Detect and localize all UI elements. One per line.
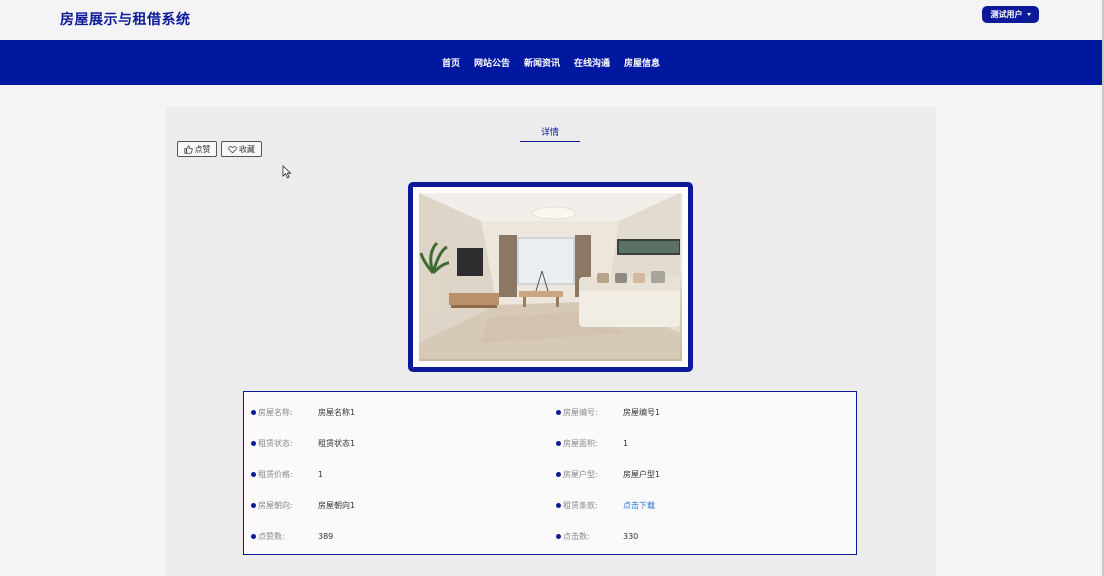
download-terms-link[interactable]: 点击下载 xyxy=(623,500,655,511)
bullet-icon xyxy=(251,441,256,446)
info-field-code: 房屋编号: 房屋编号1 xyxy=(556,397,660,428)
info-label: 租赁状态: xyxy=(258,439,293,448)
info-label: 房屋面积: xyxy=(563,439,598,448)
info-value: 330 xyxy=(623,532,639,541)
info-label: 点赞数: xyxy=(258,532,285,541)
detail-panel: 详情 点赞 收藏 房屋名称: 房屋名称1 房屋编号: 房屋编号1 租赁状态: 租… xyxy=(166,107,936,576)
info-value: 房屋名称1 xyxy=(318,408,356,417)
living-room-photo xyxy=(419,193,681,359)
info-value: 房屋编号1 xyxy=(623,408,661,417)
info-value: 租赁状态1 xyxy=(318,439,356,448)
info-label: 房屋朝向: xyxy=(258,501,293,510)
bullet-icon xyxy=(556,472,561,477)
top-bar: 房屋展示与租借系统 测试用户 xyxy=(0,0,1104,40)
info-field-price: 租赁价格: 1 xyxy=(251,459,323,490)
thumbs-up-icon xyxy=(183,144,193,154)
info-row: 租赁价格: 1 房屋户型: 房屋户型1 xyxy=(244,459,856,490)
house-image-frame xyxy=(408,182,693,372)
info-field-likes: 点赞数: 389 xyxy=(251,521,333,552)
bullet-icon xyxy=(556,503,561,508)
house-image[interactable] xyxy=(419,193,682,361)
info-label: 房屋名称: xyxy=(258,408,293,417)
heart-icon xyxy=(228,145,237,153)
info-row: 点赞数: 389 点击数: 330 xyxy=(244,521,856,552)
tab-detail[interactable]: 详情 xyxy=(520,125,580,142)
nav-item-news[interactable]: 新闻资讯 xyxy=(524,56,560,69)
bullet-icon xyxy=(556,534,561,539)
site-title[interactable]: 房屋展示与租借系统 xyxy=(60,9,191,29)
bullet-icon xyxy=(556,410,561,415)
info-label: 房屋编号: xyxy=(563,408,598,417)
info-row: 房屋朝向: 房屋朝向1 租赁条款: 点击下载 xyxy=(244,490,856,521)
main-nav: 首页 网站公告 新闻资讯 在线沟通 房屋信息 xyxy=(0,40,1104,85)
user-menu-button[interactable]: 测试用户 xyxy=(982,6,1039,23)
info-row: 房屋名称: 房屋名称1 房屋编号: 房屋编号1 xyxy=(244,397,856,428)
caret-down-icon xyxy=(1026,13,1031,16)
bullet-icon xyxy=(251,410,256,415)
info-field-name: 房屋名称: 房屋名称1 xyxy=(251,397,355,428)
bullet-icon xyxy=(251,472,256,477)
house-info-table: 房屋名称: 房屋名称1 房屋编号: 房屋编号1 租赁状态: 租赁状态1 房屋面积… xyxy=(243,391,857,555)
favorite-button[interactable]: 收藏 xyxy=(221,141,262,157)
bullet-icon xyxy=(556,441,561,446)
info-field-area: 房屋面积: 1 xyxy=(556,428,628,459)
user-menu-label: 测试用户 xyxy=(990,10,1023,19)
info-field-terms: 租赁条款: 点击下载 xyxy=(556,490,655,521)
info-label: 租赁条款: xyxy=(563,501,598,510)
info-value: 房屋朝向1 xyxy=(318,501,356,510)
info-field-orientation: 房屋朝向: 房屋朝向1 xyxy=(251,490,355,521)
info-value: 1 xyxy=(318,470,324,479)
info-field-clicks: 点击数: 330 xyxy=(556,521,638,552)
info-value: 1 xyxy=(623,439,629,448)
info-field-layout: 房屋户型: 房屋户型1 xyxy=(556,459,660,490)
nav-item-houses[interactable]: 房屋信息 xyxy=(624,56,660,69)
info-field-status: 租赁状态: 租赁状态1 xyxy=(251,428,355,459)
info-label: 点击数: xyxy=(563,532,590,541)
info-label: 房屋户型: xyxy=(563,470,598,479)
like-label: 点赞 xyxy=(194,144,211,154)
favorite-label: 收藏 xyxy=(239,144,255,154)
bullet-icon xyxy=(251,503,256,508)
nav-item-home[interactable]: 首页 xyxy=(442,56,460,69)
nav-item-chat[interactable]: 在线沟通 xyxy=(574,56,610,69)
mouse-cursor-icon xyxy=(282,165,292,179)
info-value: 389 xyxy=(318,532,334,541)
bullet-icon xyxy=(251,534,256,539)
info-label: 租赁价格: xyxy=(258,470,293,479)
like-button[interactable]: 点赞 xyxy=(177,141,217,157)
nav-item-announcements[interactable]: 网站公告 xyxy=(474,56,510,69)
info-value: 房屋户型1 xyxy=(623,470,661,479)
info-row: 租赁状态: 租赁状态1 房屋面积: 1 xyxy=(244,428,856,459)
